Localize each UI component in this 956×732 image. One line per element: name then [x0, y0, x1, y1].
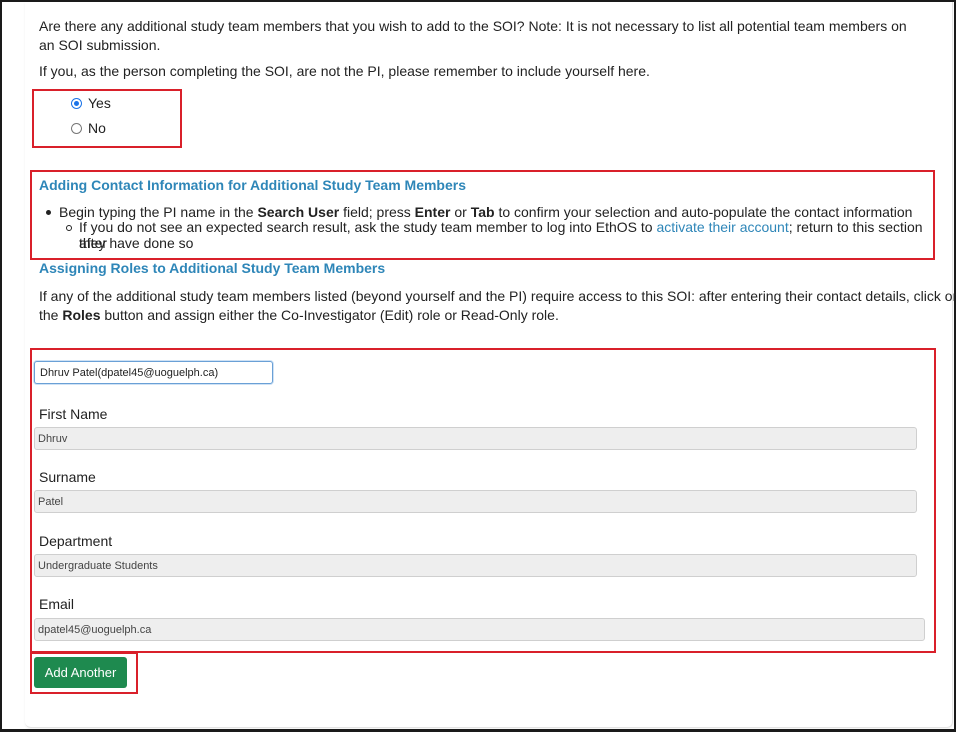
question-note: If you, as the person completing the SOI… — [39, 63, 650, 79]
contact-info-heading: Adding Contact Information for Additiona… — [39, 177, 467, 193]
search-user-input[interactable]: Dhruv Patel(dpatel45@uoguelph.ca) — [34, 361, 273, 384]
first-name-field[interactable]: Dhruv — [34, 427, 917, 450]
department-field[interactable]: Undergraduate Students — [34, 554, 917, 577]
roles-text-line2: the Roles button and assign either the C… — [39, 307, 559, 323]
surname-label: Surname — [39, 469, 96, 485]
radio-option-no[interactable]: No — [71, 120, 106, 136]
radio-yes-input[interactable] — [71, 97, 82, 109]
subbullet-ring — [66, 225, 72, 231]
radio-option-yes[interactable]: Yes — [71, 95, 111, 111]
question-text: Are there any additional study team memb… — [39, 18, 907, 53]
contact-info-bullet: Begin typing the PI name in the Search U… — [59, 204, 913, 220]
radio-yes-label: Yes — [88, 95, 111, 111]
roles-bold: Roles — [62, 307, 101, 323]
email-field[interactable]: dpatel45@uoguelph.ca — [34, 618, 925, 641]
department-label: Department — [39, 533, 113, 549]
contact-info-subbullet-line2: they have done so — [79, 235, 194, 251]
bullet-dot — [46, 210, 51, 215]
radio-no-input[interactable] — [71, 122, 82, 134]
add-another-button[interactable]: Add Another — [34, 657, 127, 688]
radio-no-label: No — [88, 120, 106, 136]
activate-account-link[interactable]: activate their account — [656, 219, 788, 235]
email-label: Email — [39, 596, 75, 612]
contact-info-subbullet: If you do not see an expected search res… — [79, 219, 923, 251]
roles-text-line1: If any of the additional study team memb… — [39, 288, 956, 304]
first-name-label: First Name — [39, 406, 108, 422]
roles-heading: Assigning Roles to Additional Study Team… — [39, 260, 386, 276]
surname-field[interactable]: Patel — [34, 490, 917, 513]
